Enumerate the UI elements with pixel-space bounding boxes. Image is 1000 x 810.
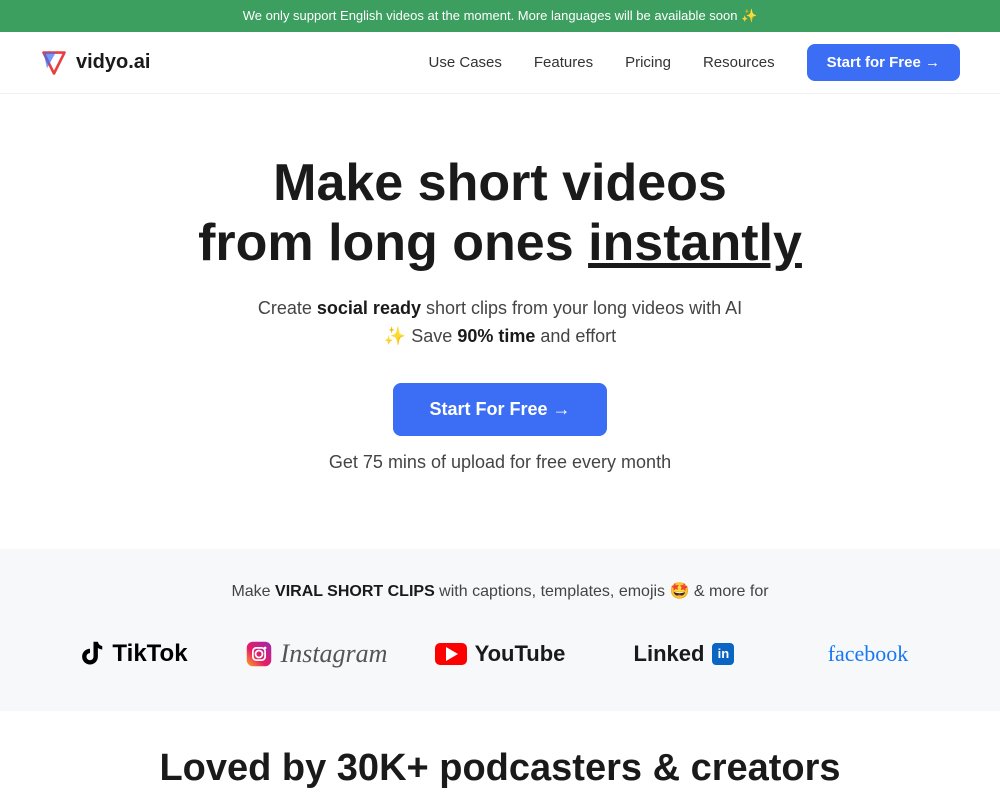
headline-line2: from long ones — [198, 214, 588, 272]
platform-facebook: facebook — [776, 631, 960, 677]
main-nav: vidyo.ai Use Cases Features Pricing Reso… — [0, 32, 1000, 94]
headline-line1: Make short videos — [273, 154, 727, 212]
subtext-bold1: social ready — [317, 298, 421, 318]
nav-use-cases[interactable]: Use Cases — [429, 54, 502, 71]
nav-features[interactable]: Features — [534, 54, 593, 71]
facebook-label: facebook — [828, 641, 909, 667]
youtube-play-icon — [446, 647, 458, 661]
logo-link[interactable]: vidyo.ai — [40, 49, 150, 77]
youtube-label: YouTube — [475, 641, 566, 667]
subtext-bold2: 90% time — [457, 326, 535, 346]
headline-emphasis: instantly — [588, 214, 802, 272]
instagram-icon — [245, 640, 273, 668]
tagline-bold: VIRAL short clips — [275, 583, 435, 600]
announcement-banner: We only support English videos at the mo… — [0, 0, 1000, 32]
hero-cta-wrapper: Start For Free → — [40, 383, 960, 448]
loved-section: Loved by 30K+ podcasters & creators — [0, 711, 1000, 810]
hero-cta-button[interactable]: Start For Free → — [393, 383, 606, 436]
logo-icon — [40, 49, 68, 77]
tagline-part1: Make — [231, 583, 275, 600]
banner-text: We only support English videos at the mo… — [243, 8, 758, 23]
subtext-part3: and effort — [535, 326, 616, 346]
logo-text: vidyo.ai — [76, 51, 150, 74]
tiktok-label: TikTok — [112, 640, 187, 668]
hero-section: Make short videos from long ones instant… — [0, 94, 1000, 549]
hero-subtext: Create social ready short clips from you… — [250, 294, 750, 352]
youtube-icon — [435, 643, 467, 665]
subtext-part1: Create — [258, 298, 317, 318]
platforms-tagline: Make VIRAL short clips with captions, te… — [40, 581, 960, 601]
nav-cta-button[interactable]: Start for Free → — [807, 44, 960, 81]
linkedin-icon: in — [712, 643, 734, 665]
loved-heading: Loved by 30K+ podcasters & creators — [40, 747, 960, 790]
platforms-logos: TikTok Instagram — [40, 629, 960, 679]
nav-pricing[interactable]: Pricing — [625, 54, 671, 71]
tiktok-icon — [76, 640, 104, 668]
platform-youtube: YouTube — [408, 631, 592, 677]
nav-resources[interactable]: Resources — [703, 54, 775, 71]
nav-links: Use Cases Features Pricing Resources — [429, 54, 775, 72]
platform-linkedin: Linked in — [592, 631, 776, 677]
platform-instagram: Instagram — [224, 629, 408, 679]
instagram-label: Instagram — [281, 639, 388, 669]
hero-headline: Make short videos from long ones instant… — [40, 154, 960, 274]
tagline-part2: with captions, templates, emojis 🤩 & mor… — [435, 583, 769, 600]
platform-tiktok: TikTok — [40, 630, 224, 678]
linkedin-label: Linked — [634, 641, 705, 667]
platforms-section: Make VIRAL short clips with captions, te… — [0, 549, 1000, 711]
hero-sub-note: Get 75 mins of upload for free every mon… — [250, 448, 750, 477]
